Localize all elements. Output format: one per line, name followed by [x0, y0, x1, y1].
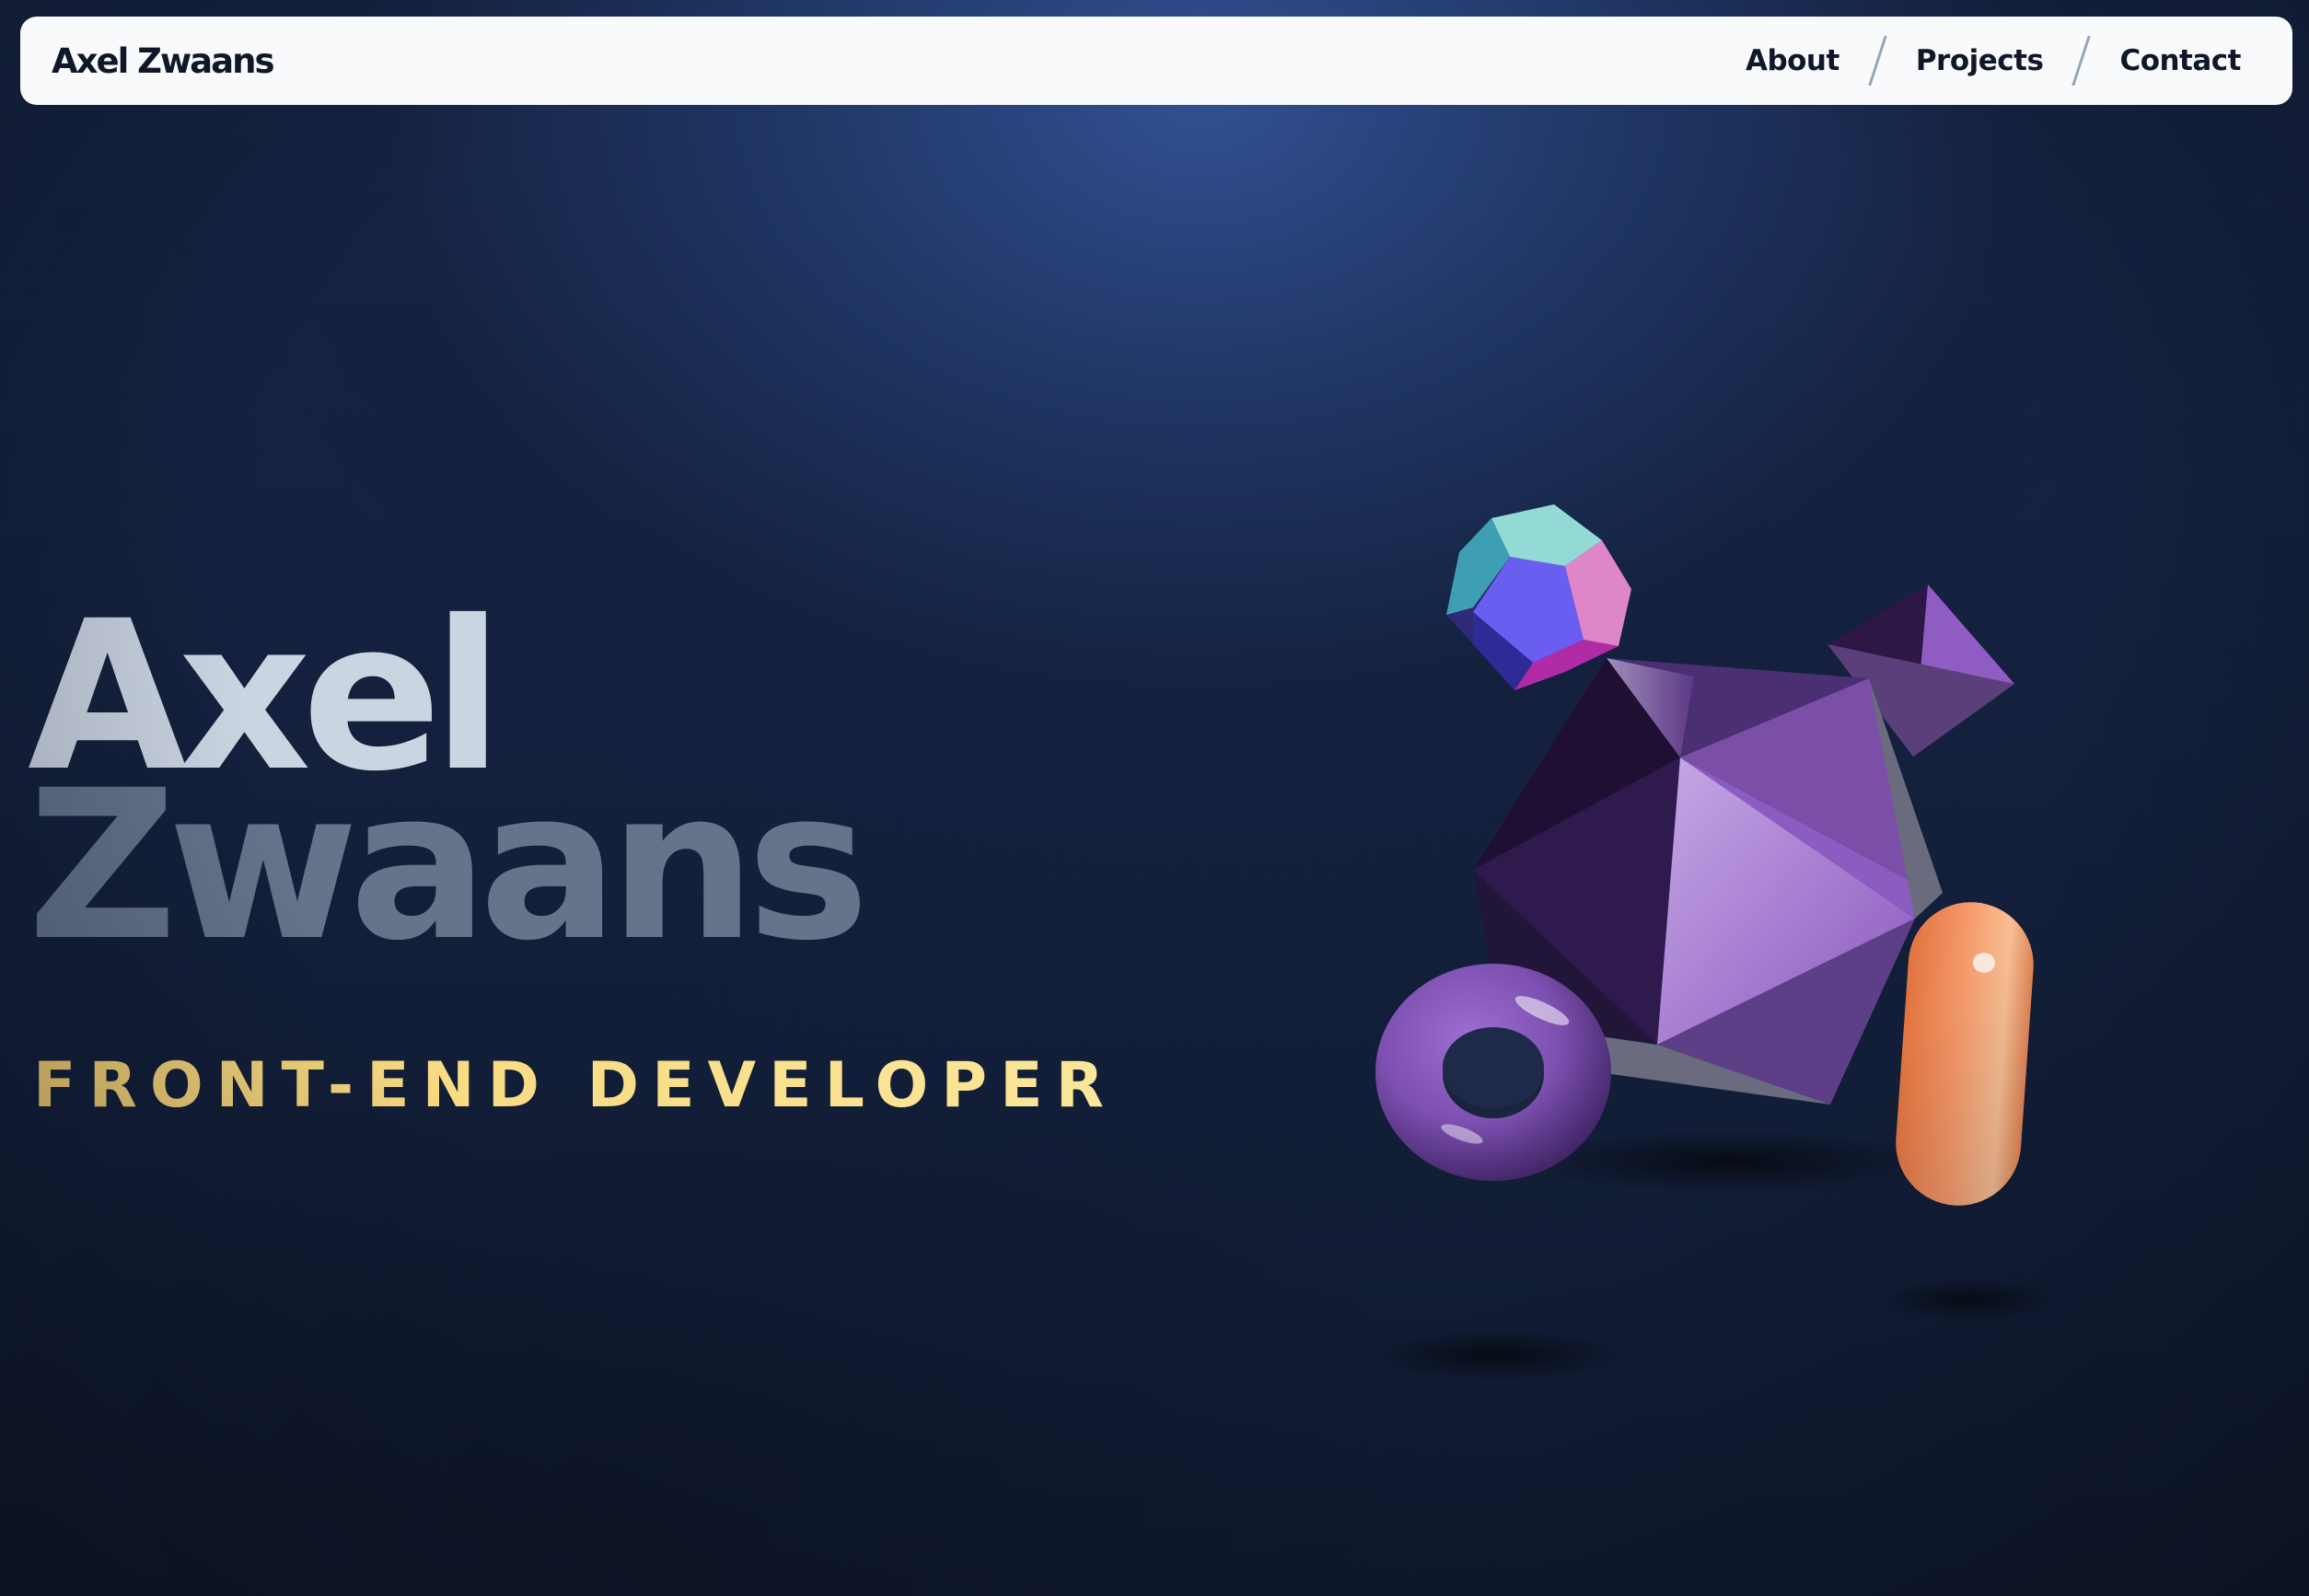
nav-links: About Projects Contact [1746, 36, 2241, 86]
capsule-shape [1896, 902, 2034, 1206]
dodecahedron-shape [1446, 504, 1631, 690]
shadow-icosahedron [1528, 1130, 1933, 1193]
shadow-capsule [1883, 1279, 2058, 1320]
nav-link-projects[interactable]: Projects [1916, 44, 2044, 77]
hero-role-subtitle: FRONT-END DEVELOPER [33, 1049, 1117, 1122]
nav-separator [2071, 36, 2092, 86]
torus-shape [1375, 964, 1611, 1181]
top-navbar: Axel Zwaans About Projects Contact [20, 17, 2292, 105]
scene-canvas [1367, 504, 2058, 1381]
hero-last-name: Zwaans [28, 746, 869, 986]
brand-logo-link[interactable]: Axel Zwaans [52, 41, 274, 81]
shadow-torus [1367, 1329, 1625, 1381]
nav-separator [1868, 36, 1887, 86]
nav-link-about[interactable]: About [1746, 44, 1839, 77]
hero-title: Axel Zwaans [28, 594, 869, 986]
hero-3d-scene [1326, 479, 2118, 1436]
nav-link-contact[interactable]: Contact [2119, 44, 2241, 77]
